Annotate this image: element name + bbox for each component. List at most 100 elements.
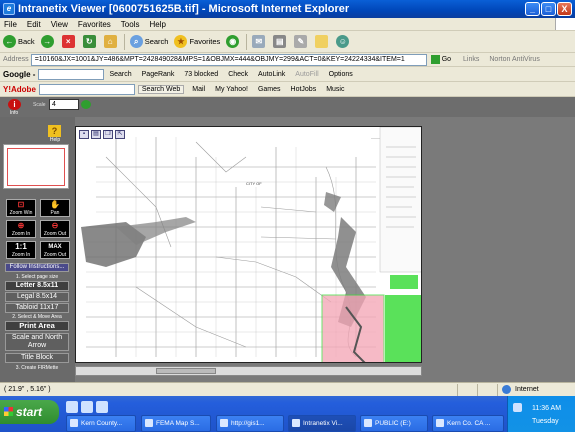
google-search-button[interactable]: Search xyxy=(104,71,136,78)
export-icon[interactable]: ⇱ xyxy=(115,130,125,139)
outlook-quicklaunch-icon[interactable] xyxy=(96,401,108,413)
yahoo-mail-button[interactable]: Mail xyxy=(187,86,210,93)
zoom-window-button[interactable]: ⊡ Zoom Win xyxy=(6,199,36,217)
home-button[interactable]: ⌂ xyxy=(101,35,122,48)
task-kern-county[interactable]: Kern County... xyxy=(66,415,136,432)
menu-help[interactable]: Help xyxy=(145,20,171,29)
letter-size-button[interactable]: Letter 8.5x11 xyxy=(5,281,69,291)
viewer-tool-panel: ? Help ⊡ Zoom Win ✋ Pan ⊕ Zoom In ⊖ Zoom… xyxy=(0,117,75,382)
my-yahoo-button[interactable]: My Yahoo! xyxy=(210,86,253,93)
follow-instructions-button[interactable]: Follow Instructions... xyxy=(5,263,69,272)
folder-button[interactable] xyxy=(312,35,333,48)
toolbar-separator xyxy=(123,33,125,50)
autolink-button[interactable]: AutoLink xyxy=(253,71,290,78)
forward-button[interactable]: → xyxy=(38,35,59,48)
media-button[interactable]: ◉ xyxy=(223,35,244,48)
menu-edit[interactable]: Edit xyxy=(23,20,47,29)
tray-icon[interactable] xyxy=(513,403,522,412)
legal-size-button[interactable]: Legal 8.5x14 xyxy=(5,292,69,302)
one-to-one-button[interactable]: 1:1 Zoom In xyxy=(6,241,36,259)
scale-north-arrow-button[interactable]: Scale and North Arrow xyxy=(5,333,69,351)
print-area-button[interactable]: Print Area xyxy=(5,321,69,331)
start-button[interactable]: start xyxy=(0,400,59,424)
step-1-label: 1. Select page size xyxy=(15,274,59,280)
mail-button[interactable]: ✉ xyxy=(249,35,270,48)
menu-file[interactable]: File xyxy=(0,20,23,29)
scale-label: Scale xyxy=(33,102,46,108)
messenger-button[interactable]: ☺ xyxy=(333,35,354,48)
step-3-label: 3. Create FIRMette xyxy=(15,365,59,371)
popup-blocker-button[interactable]: 73 blocked xyxy=(179,71,223,78)
back-button[interactable]: ← Back xyxy=(0,35,38,48)
copy-icon[interactable]: ❐ xyxy=(103,130,113,139)
yahoo-music-button[interactable]: Music xyxy=(321,86,349,93)
options-button[interactable]: Options xyxy=(324,71,358,78)
menu-view[interactable]: View xyxy=(47,20,74,29)
task-intranetix[interactable]: Intranetix Vi... xyxy=(288,415,356,432)
max-zoom-button[interactable]: MAX Zoom Out xyxy=(40,241,70,259)
minimize-button[interactable]: _ xyxy=(525,2,540,16)
flood-map-canvas[interactable]: CITY OF ——— ▪ ▤ ❐ ⇱ xyxy=(75,126,422,363)
yahoo-search-input[interactable] xyxy=(38,83,135,95)
menu-tools[interactable]: Tools xyxy=(117,20,146,29)
status-pane xyxy=(457,383,477,396)
norton-antivirus-button[interactable]: Norton AntiVirus xyxy=(479,56,539,63)
favorites-button[interactable]: ★ Favorites xyxy=(171,35,223,48)
go-button[interactable]: Go xyxy=(427,55,455,64)
map-overview-thumbnail[interactable] xyxy=(3,144,69,189)
clock-day: Tuesday xyxy=(532,418,559,425)
search-web-button[interactable]: Search Web xyxy=(137,84,185,94)
flood-map-image: CITY OF ——— xyxy=(76,127,421,362)
google-logo[interactable]: Google - xyxy=(0,70,38,79)
scale-input[interactable]: 4 xyxy=(49,99,79,110)
help-button[interactable]: ? Help xyxy=(47,125,63,145)
zoom-in-icon: ⊕ xyxy=(17,221,25,230)
tool-row-2: ⊕ Zoom In ⊖ Zoom Out xyxy=(6,220,70,240)
task-kern-co[interactable]: Kern Co. CA ... xyxy=(432,415,504,432)
stop-button[interactable]: × xyxy=(59,35,80,48)
zoom-in-button[interactable]: ⊕ Zoom In xyxy=(6,220,36,238)
task-gis[interactable]: http://gis1... xyxy=(216,415,284,432)
back-label: Back xyxy=(18,37,35,46)
title-block-button[interactable]: Title Block xyxy=(5,353,69,363)
maximize-button[interactable]: □ xyxy=(541,2,556,16)
hotjobs-button[interactable]: HotJobs xyxy=(286,86,322,93)
autofill-button[interactable]: AutoFill xyxy=(290,71,323,78)
google-search-input[interactable] xyxy=(38,68,105,80)
scale-go-button[interactable] xyxy=(81,100,91,109)
search-button[interactable]: ⌕ Search xyxy=(127,35,172,48)
print-icon[interactable]: ▤ xyxy=(91,130,101,139)
task-public-drive[interactable]: PUBLIC (E:) xyxy=(360,415,428,432)
tabloid-size-button[interactable]: Tabloid 11x17 xyxy=(5,303,69,313)
menu-bar: File Edit View Favorites Tools Help xyxy=(0,18,575,31)
window-title: Intranetix Viewer [0600751625B.tif] - Mi… xyxy=(18,3,350,15)
quick-launch xyxy=(66,401,108,413)
spell-check-button[interactable]: Check xyxy=(223,71,253,78)
edit-button[interactable]: ✎ xyxy=(291,35,312,48)
map-horizontal-scrollbar[interactable] xyxy=(75,366,422,376)
save-icon[interactable]: ▪ xyxy=(79,130,89,139)
yahoo-games-button[interactable]: Games xyxy=(253,86,286,93)
print-button[interactable]: ▤ xyxy=(270,35,291,48)
globe-icon xyxy=(502,385,511,394)
ie-quicklaunch-icon[interactable] xyxy=(66,401,78,413)
yahoo-logo[interactable]: Y!Adobe xyxy=(0,85,39,94)
links-button[interactable]: Links xyxy=(455,56,479,63)
tool-row-1: ⊡ Zoom Win ✋ Pan xyxy=(6,199,70,219)
svg-text:———: ——— xyxy=(371,136,380,140)
close-button[interactable]: X xyxy=(557,2,572,16)
google-toolbar: Google - Search PageRank 73 blocked Chec… xyxy=(0,67,575,82)
status-pane xyxy=(477,383,497,396)
help-label: Help xyxy=(49,137,61,143)
scrollbar-thumb[interactable] xyxy=(156,368,216,374)
refresh-button[interactable]: ↻ xyxy=(80,35,101,48)
intranetix-viewer: i Info Scale 4 ? Help ⊡ Zoom Win ✋ Pan ⊕… xyxy=(0,97,575,382)
pan-button[interactable]: ✋ Pan xyxy=(40,199,70,217)
ie-icon: e xyxy=(3,3,15,15)
desktop-quicklaunch-icon[interactable] xyxy=(81,401,93,413)
zoom-out-button[interactable]: ⊖ Zoom Out xyxy=(40,220,70,238)
task-fema-map[interactable]: FEMA Map S... xyxy=(141,415,211,432)
info-button[interactable]: i Info xyxy=(6,99,22,116)
address-input[interactable]: =10160&JX=1001&JY=486&MPT=242849028&MPS=… xyxy=(30,53,427,66)
menu-favorites[interactable]: Favorites xyxy=(74,20,117,29)
